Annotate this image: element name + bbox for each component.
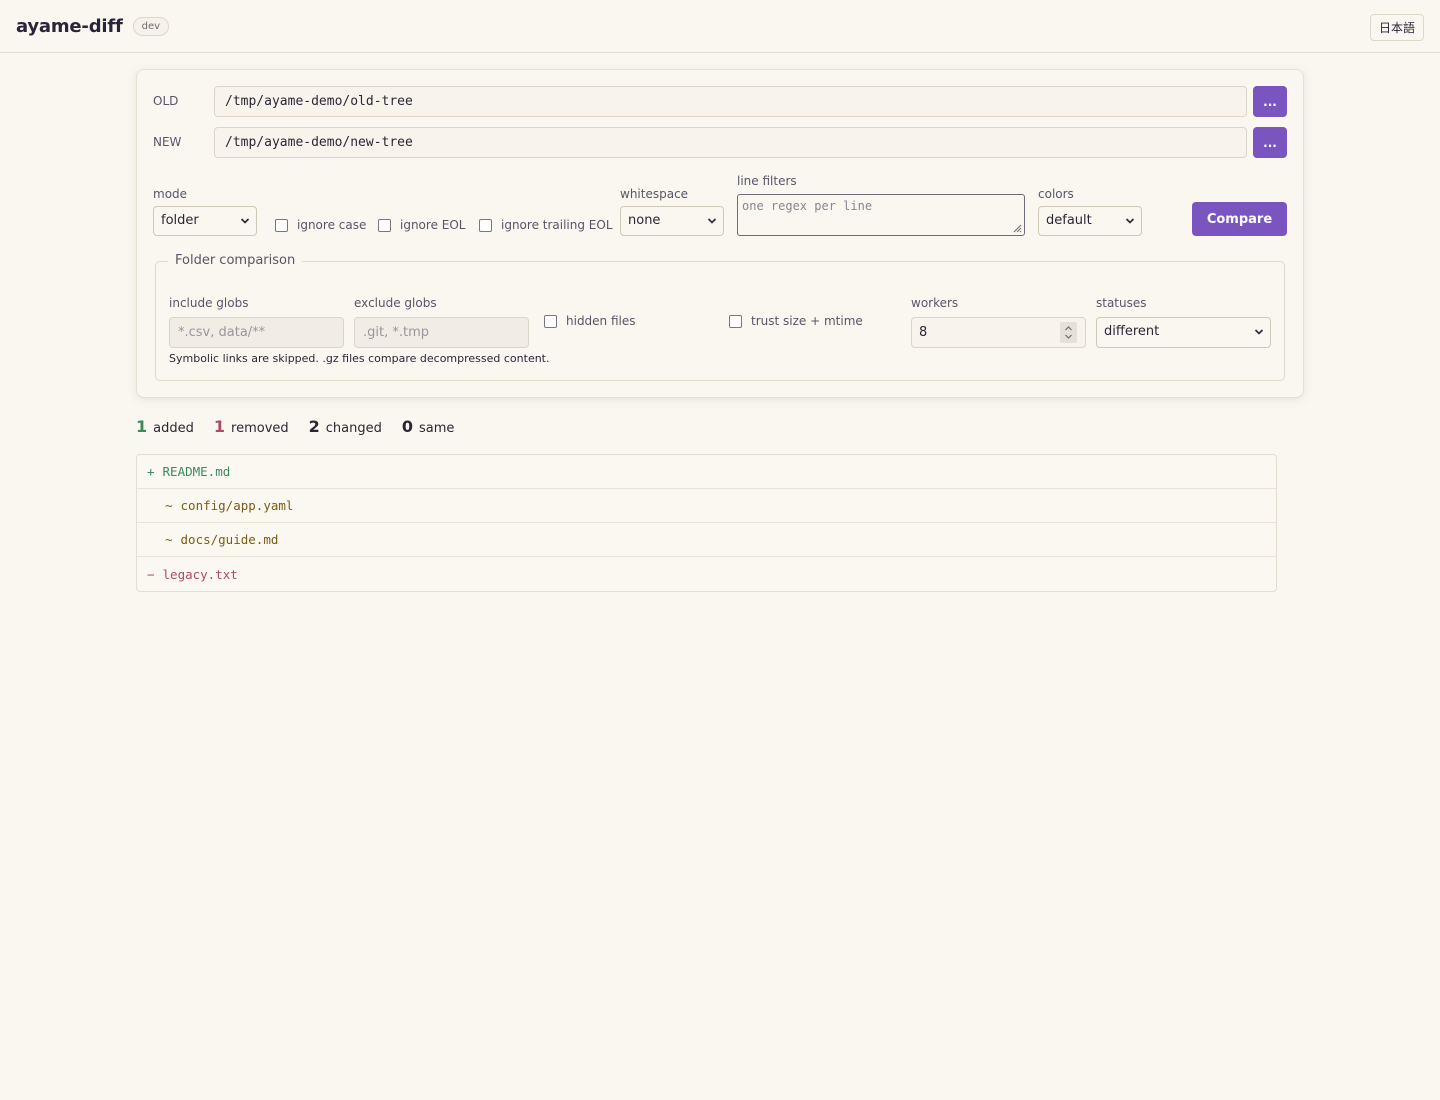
removed-sign: − [147,566,155,582]
changed-sign: ~ [165,498,173,513]
file-path: legacy.txt [162,566,238,582]
ignore-case-label: ignore case [297,218,367,232]
chevron-down-icon [1125,218,1135,224]
env-badge: dev [132,16,170,36]
removed-count: 1 [213,417,226,436]
changed-count: 2 [308,417,320,436]
summary-same: 0 same [402,417,455,436]
hidden-files-label: hidden files [566,314,636,328]
resize-grip-icon[interactable] [1013,224,1022,233]
file-row[interactable]: − legacy.txt [137,557,1276,591]
exclude-globs-input[interactable]: .git, *.tmp [354,317,529,348]
include-globs-input[interactable]: *.csv, data/** [169,317,344,348]
file-list: + README.md ~ config/app.yaml ~ docs/gui… [136,454,1277,592]
chevron-down-icon [1254,329,1264,335]
ignore-trailing-eol-option[interactable]: ignore trailing EOL [479,218,613,232]
colors-select[interactable]: default [1038,206,1142,236]
spinner-icon[interactable] [1060,322,1077,343]
mode-select[interactable]: folder [153,206,257,236]
mode-label: mode [153,187,188,201]
hidden-files-option[interactable]: hidden files [544,314,636,328]
hidden-files-checkbox[interactable] [544,314,557,328]
statuses-select[interactable]: different [1096,317,1271,348]
compare-panel: OLD /tmp/ayame-demo/old-tree ... NEW /tm… [136,69,1304,398]
new-path-label: NEW [153,135,182,149]
include-globs-label: include globs [169,296,249,310]
summary-removed: 1 removed [214,417,289,436]
workers-value: 8 [919,325,928,340]
summary-added: 1 added [136,417,194,436]
file-row[interactable]: + README.md [137,455,1276,489]
trust-size-mtime-label: trust size + mtime [751,314,863,328]
new-path-row: NEW /tmp/ayame-demo/new-tree ... [153,127,1287,159]
colors-select-value: default [1046,213,1092,228]
workers-input[interactable]: 8 [911,317,1086,348]
whitespace-select[interactable]: none [620,206,724,236]
ignore-eol-checkbox[interactable] [378,218,391,232]
old-path-row: OLD /tmp/ayame-demo/old-tree ... [153,86,1287,118]
statuses-label: statuses [1096,296,1147,310]
changed-sign: ~ [165,532,173,547]
colors-label: colors [1038,187,1074,201]
file-path: docs/guide.md [180,532,279,547]
top-bar: ayame-diff dev 日本語 [0,0,1440,53]
statuses-select-value: different [1104,324,1160,339]
whitespace-label: whitespace [620,187,689,201]
line-filters-placeholder: one regex per line [742,199,873,213]
line-filters-textarea[interactable]: one regex per line [737,194,1025,236]
old-path-label: OLD [153,94,179,108]
compare-button[interactable]: Compare [1192,202,1287,236]
new-browse-button[interactable]: ... [1253,127,1287,158]
exclude-globs-label: exclude globs [354,296,437,310]
folder-comparison-legend: Folder comparison [168,253,303,268]
ignore-eol-label: ignore EOL [400,218,466,232]
whitespace-select-value: none [628,213,661,228]
added-label: added [153,421,194,436]
file-row[interactable]: ~ config/app.yaml [137,489,1276,523]
file-row[interactable]: ~ docs/guide.md [137,523,1276,557]
workers-label: workers [911,296,959,310]
ignore-eol-option[interactable]: ignore EOL [378,218,465,232]
same-label: same [419,421,455,436]
ignore-case-checkbox[interactable] [275,218,288,232]
diff-summary: 1 added 1 removed 2 changed 0 same [136,417,474,436]
chevron-down-icon [240,218,250,224]
added-count: 1 [136,417,148,436]
summary-changed: 2 changed [309,417,382,436]
added-sign: + [147,464,155,479]
changed-label: changed [325,421,382,436]
new-path-input[interactable]: /tmp/ayame-demo/new-tree [214,127,1247,158]
removed-label: removed [231,421,289,436]
trust-size-mtime-option[interactable]: trust size + mtime [729,314,863,328]
language-button[interactable]: 日本語 [1369,14,1424,41]
ignore-case-option[interactable]: ignore case [275,218,366,232]
line-filters-label: line filters [737,174,797,188]
old-path-input[interactable]: /tmp/ayame-demo/old-tree [214,86,1247,117]
file-path: README.md [162,464,231,479]
mode-select-value: folder [161,213,199,228]
ignore-trailing-eol-checkbox[interactable] [479,218,492,232]
trust-size-mtime-checkbox[interactable] [729,314,742,328]
old-browse-button[interactable]: ... [1253,86,1287,117]
app-title: ayame-diff [16,15,123,37]
folder-comparison-fieldset: Folder comparison include globs *.csv, d… [155,253,1285,381]
file-path: config/app.yaml [180,498,294,513]
ignore-trailing-eol-label: ignore trailing EOL [501,218,613,232]
folder-note: Symbolic links are skipped. .gz files co… [169,352,550,365]
same-count: 0 [401,417,414,436]
chevron-down-icon [707,218,717,224]
